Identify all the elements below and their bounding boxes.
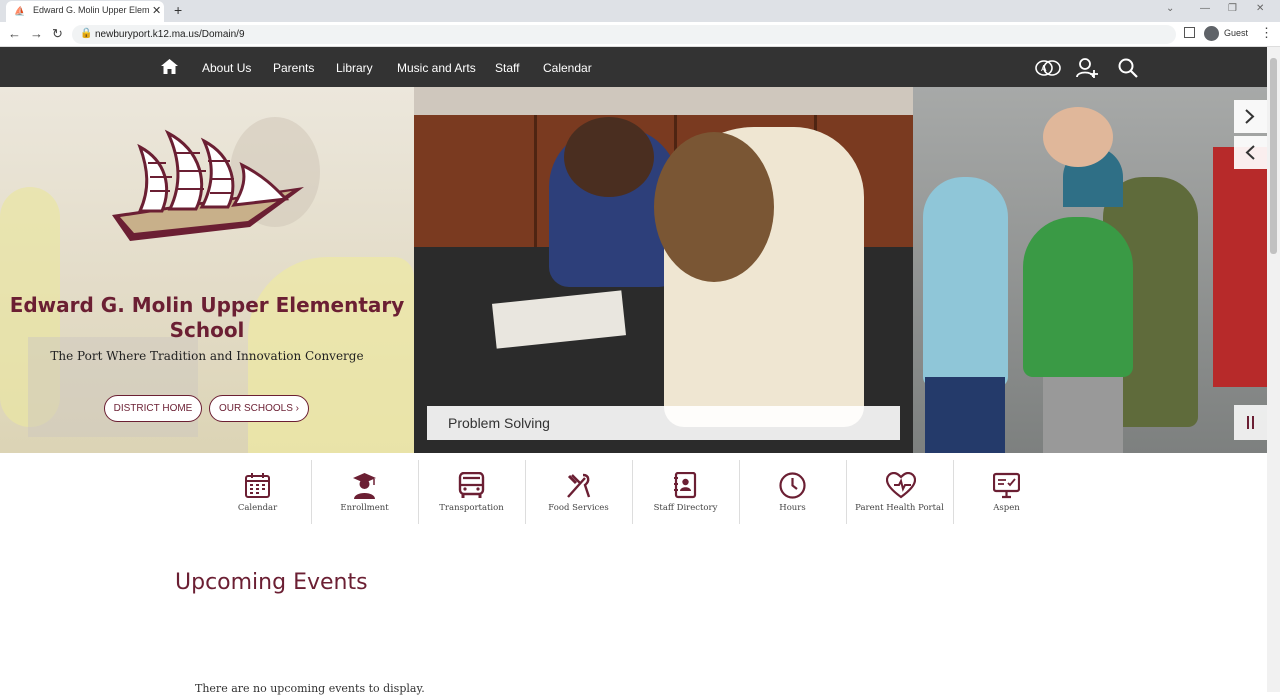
photo-shape — [1213, 147, 1267, 387]
monitor-icon — [993, 472, 1020, 499]
nav-about-us[interactable]: About Us — [202, 61, 251, 75]
quick-link-label: Aspen — [993, 503, 1020, 513]
graduate-icon — [353, 473, 376, 499]
forward-icon[interactable]: → — [30, 26, 43, 41]
nav-parents[interactable]: Parents — [273, 61, 314, 75]
quick-link-aspen[interactable]: Aspen — [953, 460, 1060, 524]
no-events-message: There are no upcoming events to display. — [195, 682, 425, 695]
slideshow-photo-classroom: Problem Solving — [414, 87, 913, 453]
slide-caption-text: Problem Solving — [448, 415, 550, 431]
chevron-right-icon — [1245, 109, 1255, 124]
close-window-icon[interactable]: ✕ — [1256, 3, 1264, 14]
chevron-left-icon — [1245, 145, 1255, 160]
tab-title: Edward G. Molin Upper Elementa — [33, 5, 149, 15]
address-toolbar: ← → ↻ 🔒 newburyport.k12.ma.us/Domain/9 G… — [0, 22, 1280, 47]
pause-icon — [1247, 416, 1249, 429]
quick-link-label: Transportation — [439, 503, 504, 513]
calendar-icon — [245, 473, 270, 498]
quick-link-staff-directory[interactable]: Staff Directory — [632, 460, 739, 524]
slideshow-previous-button[interactable] — [1234, 136, 1267, 169]
browser-tab[interactable]: ⛵ Edward G. Molin Upper Elementa ✕ — [6, 1, 164, 22]
school-tagline: The Port Where Tradition and Innovation … — [50, 349, 364, 363]
profile-avatar-icon[interactable] — [1204, 26, 1219, 41]
nav-music-and-arts[interactable]: Music and Arts — [397, 61, 476, 75]
quick-link-transportation[interactable]: Transportation — [418, 460, 525, 524]
chevron-down-icon[interactable]: ⌄ — [1166, 3, 1174, 14]
school-ship-logo — [112, 129, 304, 241]
photo-shape — [654, 132, 774, 282]
new-tab-button[interactable]: + — [174, 2, 182, 18]
url-text: newburyport.k12.ma.us/Domain/9 — [95, 29, 245, 40]
slideshow-next-button[interactable] — [1234, 100, 1267, 133]
browser-tab-strip: ⛵ Edward G. Molin Upper Elementa ✕ + ⌄ —… — [0, 0, 1280, 22]
quick-links-bar: Calendar Enrollment Transportation Food … — [204, 460, 1060, 524]
nav-library[interactable]: Library — [336, 61, 373, 75]
quick-link-label: Calendar — [237, 503, 278, 513]
slideshow-pause-button[interactable] — [1234, 405, 1267, 440]
photo-shape — [1023, 217, 1133, 377]
home-icon[interactable] — [161, 59, 178, 74]
quick-link-label: Food Services — [548, 503, 609, 513]
quick-link-calendar[interactable]: Calendar — [204, 460, 311, 524]
slide-caption: Problem Solving — [427, 406, 900, 440]
upcoming-events-title: Upcoming Events — [175, 570, 368, 595]
our-schools-button[interactable]: OUR SCHOOLS › — [209, 395, 309, 422]
nav-staff[interactable]: Staff — [495, 61, 519, 75]
ship-favicon-icon: ⛵ — [14, 6, 26, 16]
nav-calendar[interactable]: Calendar — [543, 61, 592, 75]
quick-link-label: Enrollment — [340, 503, 389, 513]
photo-shape — [1043, 377, 1123, 453]
utensils-icon — [567, 473, 591, 498]
clock-icon — [779, 472, 806, 499]
site-navigation: About Us Parents Library Music and Arts … — [0, 47, 1267, 87]
reload-icon[interactable]: ↻ — [52, 26, 63, 42]
side-panel-icon[interactable] — [1184, 27, 1195, 38]
browser-menu-icon[interactable]: ⋮ — [1260, 25, 1273, 41]
district-home-button[interactable]: DISTRICT HOME — [104, 395, 202, 422]
scrollbar-thumb[interactable] — [1270, 58, 1277, 254]
quick-link-parent-health-portal[interactable]: Parent Health Portal — [846, 460, 953, 524]
quick-link-hours[interactable]: Hours — [739, 460, 846, 524]
hero-intro-panel: Edward G. Molin Upper Elementary School … — [0, 87, 414, 453]
quick-link-enrollment[interactable]: Enrollment — [311, 460, 418, 524]
pause-icon — [1252, 416, 1254, 429]
hero-banner: Edward G. Molin Upper Elementary School … — [0, 87, 1267, 453]
svg-text:A: A — [1041, 64, 1047, 73]
heart-icon — [886, 472, 916, 499]
photo-shape — [564, 117, 654, 197]
quick-link-label: Parent Health Portal — [855, 503, 944, 513]
lock-icon: 🔒 — [80, 28, 93, 39]
photo-shape — [923, 177, 1008, 387]
photo-shape — [1043, 107, 1113, 167]
quick-link-label: Hours — [779, 503, 806, 513]
directory-icon — [674, 472, 697, 499]
restore-icon[interactable]: ❐ — [1228, 3, 1237, 14]
school-name: Edward G. Molin Upper Elementary School — [9, 293, 405, 342]
quick-link-label: Staff Directory — [653, 503, 718, 513]
quick-link-food-services[interactable]: Food Services — [525, 460, 632, 524]
photo-shape — [414, 87, 913, 115]
back-icon[interactable]: ← — [8, 26, 21, 41]
search-icon[interactable] — [1117, 57, 1139, 79]
photo-shape — [534, 115, 537, 255]
profile-label[interactable]: Guest — [1224, 28, 1248, 38]
translate-icon[interactable]: A — [1035, 57, 1061, 79]
user-sign-in-icon[interactable] — [1076, 57, 1098, 79]
close-tab-icon[interactable]: ✕ — [152, 4, 161, 17]
minimize-icon[interactable]: — — [1200, 3, 1210, 14]
slideshow-photo-students — [913, 87, 1267, 453]
url-input[interactable]: 🔒 newburyport.k12.ma.us/Domain/9 — [72, 25, 1176, 44]
photo-shape — [925, 377, 1005, 453]
bus-icon — [458, 472, 485, 498]
